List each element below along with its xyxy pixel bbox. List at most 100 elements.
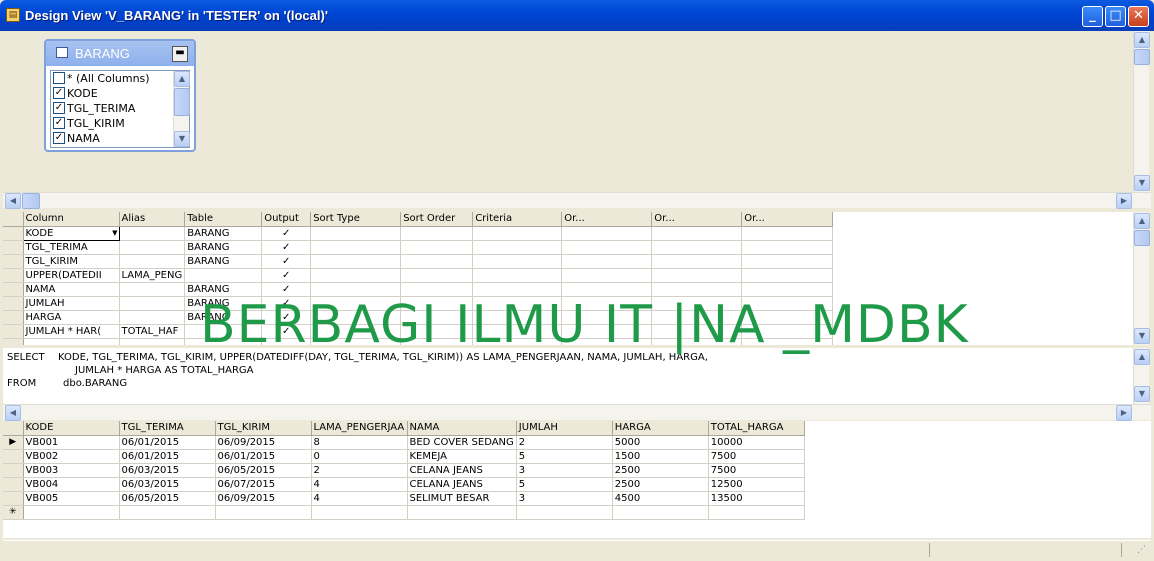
result-cell[interactable]: 3	[516, 491, 613, 506]
scroll-thumb[interactable]	[1134, 49, 1150, 65]
result-cell-empty[interactable]	[215, 505, 312, 520]
scroll-left-icon[interactable]: ◀	[5, 193, 21, 209]
result-cell[interactable]: 4	[311, 477, 408, 492]
checkbox-checked[interactable]: ✓	[53, 117, 65, 129]
result-cell-empty[interactable]	[516, 505, 613, 520]
row-selector[interactable]	[3, 491, 24, 506]
row-selector[interactable]	[3, 463, 24, 478]
scroll-right-icon[interactable]: ▶	[1116, 405, 1132, 421]
scroll-down-icon[interactable]: ▼	[1134, 328, 1150, 344]
result-cell[interactable]: VB002	[23, 449, 120, 464]
grid-cell-column[interactable]: NAMA	[23, 282, 120, 297]
grid-cell-alias[interactable]	[119, 226, 186, 241]
grid-cell-column[interactable]: JUMLAH * HAR(	[23, 324, 120, 339]
results-grid[interactable]: KODE TGL_TERIMA TGL_KIRIM LAMA_PENGERJAA…	[3, 421, 805, 520]
minimize-button[interactable]: _	[1082, 6, 1103, 27]
scroll-thumb[interactable]	[174, 88, 190, 116]
grid-cell-output[interactable]: ✓	[261, 254, 312, 269]
result-cell-empty[interactable]	[311, 505, 408, 520]
result-cell[interactable]: 1500	[612, 449, 709, 464]
grid-cell-column[interactable]: KODE ▼	[22, 225, 120, 241]
grid-cell-column[interactable]: TGL_TERIMA	[23, 240, 120, 255]
grid-cell-column[interactable]: HARGA	[23, 310, 120, 325]
grid-cell-sort-order[interactable]	[400, 268, 474, 283]
result-cell[interactable]: 5	[516, 449, 613, 464]
result-cell[interactable]: SELIMUT BESAR	[407, 491, 517, 506]
row-selector[interactable]	[3, 477, 24, 492]
grid-cell-column[interactable]: JUMLAH	[23, 296, 120, 311]
result-cell[interactable]: 13500	[708, 491, 805, 506]
grid-cell-or[interactable]	[741, 240, 834, 255]
resize-grip-icon[interactable]: ⋰	[1137, 545, 1146, 555]
result-cell[interactable]: 06/05/2015	[119, 491, 216, 506]
result-cell[interactable]: 06/01/2015	[119, 435, 216, 450]
grid-cell-sort-type[interactable]	[310, 240, 402, 255]
result-row[interactable]: VB003 06/03/2015 06/05/2015 2 CELANA JEANS 3 2…	[3, 463, 805, 478]
grid-row[interactable]: KODE ▼ BARANG ✓	[3, 225, 834, 241]
grid-cell-sort-type[interactable]	[310, 226, 402, 241]
grid-header-criteria[interactable]: Criteria	[472, 212, 563, 227]
grid-header-or[interactable]: Or...	[741, 212, 834, 227]
result-cell[interactable]: 4	[311, 491, 408, 506]
grid-cell-alias[interactable]: LAMA_PENG	[119, 268, 186, 283]
grid-row[interactable]: TGL_KIRIM BARANG ✓	[3, 254, 834, 269]
grid-cell-or[interactable]	[561, 240, 653, 255]
result-cell-empty[interactable]	[612, 505, 709, 520]
row-selector[interactable]	[3, 254, 24, 269]
column-item-kode[interactable]: ✓ KODE	[51, 86, 189, 101]
result-cell[interactable]: 06/01/2015	[119, 449, 216, 464]
result-cell[interactable]: 0	[311, 449, 408, 464]
result-cell[interactable]: 5000	[612, 435, 709, 450]
maximize-button[interactable]: □	[1105, 6, 1126, 27]
column-list-scrollbar[interactable]: ▲ ▼	[173, 71, 190, 147]
column-item-tgl-terima[interactable]: ✓ TGL_TERIMA	[51, 101, 189, 116]
table-box-header[interactable]: BARANG ▬	[46, 41, 194, 66]
grid-cell-or[interactable]	[741, 226, 834, 241]
result-cell[interactable]: 2	[311, 463, 408, 478]
result-header-jumlah[interactable]: JUMLAH	[516, 421, 613, 436]
grid-cell-table[interactable]: BARANG	[184, 254, 263, 269]
chevron-down-icon[interactable]: ▼	[112, 227, 117, 239]
result-cell[interactable]: 12500	[708, 477, 805, 492]
result-row[interactable]: VB004 06/03/2015 06/07/2015 4 CELANA JEANS 5 2…	[3, 477, 805, 492]
diagram-vertical-scrollbar[interactable]: ▲ ▼	[1133, 31, 1150, 192]
grid-cell-alias[interactable]	[119, 282, 186, 297]
grid-cell-output[interactable]: ✓	[261, 226, 312, 241]
grid-header-alias[interactable]: Alias	[119, 212, 186, 227]
grid-cell-or[interactable]	[561, 226, 653, 241]
result-new-row[interactable]: ✳	[3, 505, 805, 520]
checkbox-checked[interactable]: ✓	[53, 87, 65, 99]
grid-cell-sort-type[interactable]	[310, 268, 402, 283]
result-cell-empty[interactable]	[119, 505, 216, 520]
scroll-down-icon[interactable]: ▼	[1134, 175, 1150, 191]
grid-cell-or[interactable]	[561, 268, 653, 283]
result-cell-empty[interactable]	[23, 505, 120, 520]
grid-cell-table[interactable]	[184, 268, 263, 283]
scroll-down-icon[interactable]: ▼	[174, 131, 190, 147]
grid-cell-sort-order[interactable]	[400, 226, 474, 241]
result-cell[interactable]: VB003	[23, 463, 120, 478]
grid-cell-empty[interactable]	[3, 338, 24, 345]
grid-cell-or[interactable]	[561, 254, 653, 269]
result-cell[interactable]: 06/05/2015	[215, 463, 312, 478]
row-selector[interactable]	[3, 240, 24, 255]
result-cell[interactable]: 06/03/2015	[119, 477, 216, 492]
checkbox-checked[interactable]: ✓	[53, 102, 65, 114]
result-header-kode[interactable]: KODE	[23, 421, 120, 436]
grid-header-output[interactable]: Output	[261, 212, 312, 227]
grid-cell-sort-order[interactable]	[400, 254, 474, 269]
grid-cell-criteria[interactable]	[472, 240, 563, 255]
scroll-right-icon[interactable]: ▶	[1116, 193, 1132, 209]
result-cell[interactable]: VB004	[23, 477, 120, 492]
new-row-icon[interactable]: ✳	[3, 505, 24, 520]
sql-horizontal-scrollbar[interactable]: ◀ ▶	[3, 404, 1151, 421]
result-cell[interactable]: 10000	[708, 435, 805, 450]
result-cell[interactable]: CELANA JEANS	[407, 463, 517, 478]
grid-header-or[interactable]: Or...	[561, 212, 653, 227]
grid-cell-criteria[interactable]	[472, 226, 563, 241]
result-cell[interactable]: 7500	[708, 463, 805, 478]
row-selector[interactable]	[3, 268, 24, 283]
grid-cell-table[interactable]: BARANG	[184, 240, 263, 255]
result-cell[interactable]: 8	[311, 435, 408, 450]
result-cell[interactable]: 3	[516, 463, 613, 478]
